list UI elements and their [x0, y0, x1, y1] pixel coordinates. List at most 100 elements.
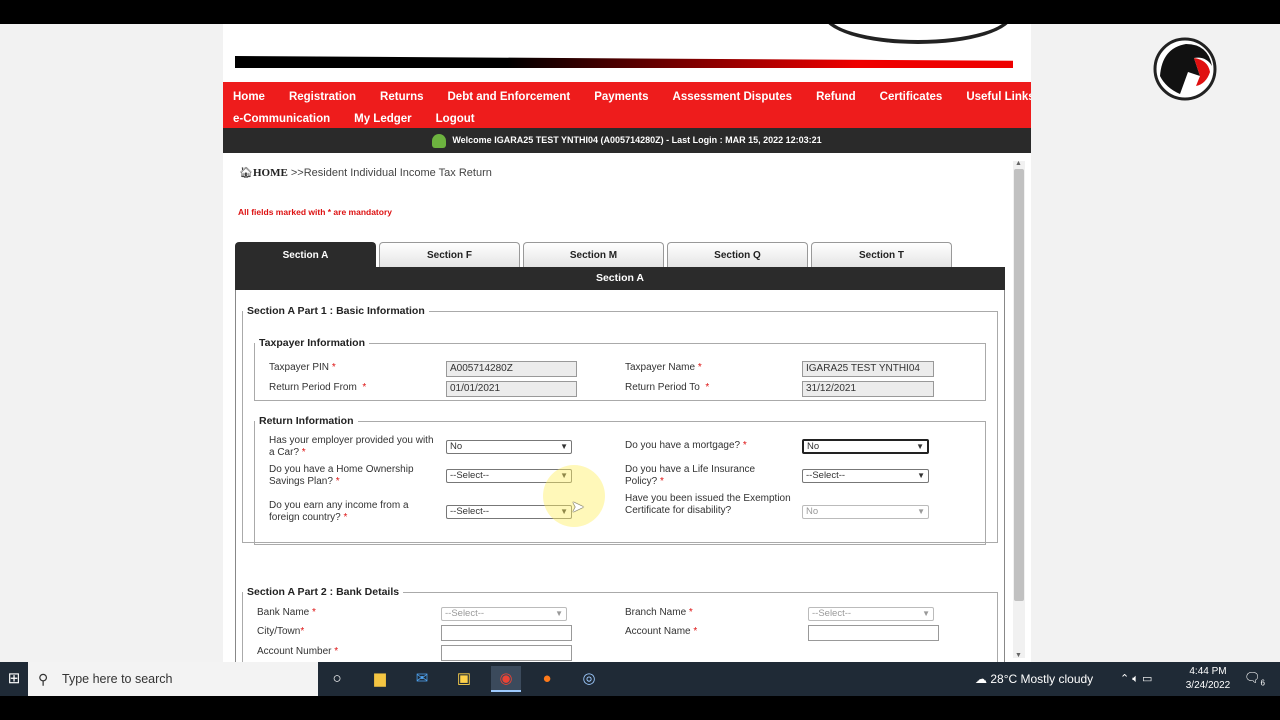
chevron-down-icon: ▼	[922, 609, 930, 618]
battery-icon[interactable]: ▭	[1142, 673, 1152, 685]
life-insurance-label-text: Do you have a Life Insurance Policy?	[625, 464, 756, 487]
nav-my-ledger[interactable]: My Ledger	[354, 113, 412, 125]
firefox-icon[interactable]: ●	[532, 666, 562, 692]
chevron-down-icon: ▼	[560, 442, 568, 451]
nav-registration[interactable]: Registration	[289, 91, 356, 103]
required-mark: *	[693, 626, 698, 637]
clock-date: 3/24/2022	[1185, 680, 1231, 691]
nav-certificates[interactable]: Certificates	[880, 91, 943, 103]
required-mark: *	[300, 626, 305, 637]
kra-logo-bar	[235, 56, 1013, 68]
chevron-down-icon: ▼	[917, 471, 925, 480]
breadcrumb: 🏠︎HOME >>Resident Individual Income Tax …	[239, 166, 492, 179]
taxpayer-pin-field[interactable]: A005714280Z	[446, 361, 577, 377]
weather-text: 28°C Mostly cloudy	[990, 672, 1094, 686]
city-town-field[interactable]	[441, 625, 572, 641]
branch-name-label: Branch Name *	[625, 607, 693, 619]
branch-name-select[interactable]: --Select-- ▼	[808, 607, 934, 621]
taskbar-clock[interactable]: 4:44 PM 3/24/2022	[1178, 665, 1238, 693]
section-tabs: Section A Section F Section M Section Q Sect…	[235, 242, 955, 267]
system-tray[interactable]: ⌃ 🔈︎ ▭	[1120, 662, 1152, 696]
return-period-to-field[interactable]: 31/12/2021	[802, 381, 934, 397]
chevron-down-icon: ▼	[917, 507, 925, 516]
taskbar-search-placeholder: Type here to search	[62, 672, 173, 686]
nav-debt-and-enforcement[interactable]: Debt and Enforcement	[448, 91, 571, 103]
nav-logout[interactable]: Logout	[436, 113, 475, 125]
branch-name-label-text: Branch Name	[625, 607, 687, 618]
page-scrollbar[interactable]: ▲ ▼	[1013, 160, 1025, 659]
return-info-fieldset: Return Information Has your employer pro…	[254, 415, 986, 545]
exemption-certificate-value: No	[806, 506, 819, 517]
notification-count: 6	[1260, 678, 1265, 688]
nav-e-communication[interactable]: e-Communication	[233, 113, 330, 125]
required-mark: *	[331, 362, 336, 373]
breadcrumb-current: >>Resident Individual Income Tax Return	[290, 167, 492, 179]
branch-name-value: --Select--	[812, 608, 852, 619]
section-a-panel: Section A Part 1 : Basic Information Tax…	[235, 290, 1005, 662]
account-number-field[interactable]	[441, 645, 572, 661]
exemption-certificate-label: Have you been issued the Exemption Certi…	[625, 493, 797, 517]
tab-section-f[interactable]: Section F	[379, 242, 520, 267]
mail-icon[interactable]: ✉	[407, 666, 437, 692]
nav-payments[interactable]: Payments	[594, 91, 648, 103]
clock-time: 4:44 PM	[1189, 666, 1227, 677]
scroll-down-icon[interactable]: ▼	[1015, 652, 1022, 659]
required-mark: *	[362, 382, 367, 393]
life-insurance-select[interactable]: --Select-- ▼	[802, 469, 929, 483]
mortgage-select[interactable]: No ▼	[802, 439, 929, 454]
account-name-field[interactable]	[808, 625, 939, 641]
account-number-label: Account Number *	[257, 646, 338, 658]
required-mark: *	[688, 607, 693, 618]
nav-returns[interactable]: Returns	[380, 91, 423, 103]
breadcrumb-home-link[interactable]: HOME	[253, 167, 288, 179]
part1-legend: Section A Part 1 : Basic Information	[247, 305, 425, 317]
nav-refund[interactable]: Refund	[816, 91, 856, 103]
notification-icon[interactable]: 🗨︎6	[1244, 670, 1265, 688]
file-explorer-icon[interactable]: ▆	[365, 666, 395, 692]
nav-assessment-disputes[interactable]: Assessment Disputes	[673, 91, 793, 103]
kra-logo-curve	[823, 24, 1013, 44]
store-icon[interactable]: ▣	[449, 666, 479, 692]
main-nav: Home Registration Returns Debt and Enforcem…	[223, 82, 1031, 128]
volume-icon[interactable]: 🔈︎	[1132, 673, 1139, 685]
tab-section-m[interactable]: Section M	[523, 242, 664, 267]
required-mark: *	[312, 607, 316, 618]
task-view-icon[interactable]: ○	[322, 666, 352, 692]
chevron-up-icon[interactable]: ⌃	[1120, 673, 1129, 685]
employer-car-label: Has your employer provided you with a Ca…	[269, 435, 434, 459]
return-period-from-field[interactable]: 01/01/2021	[446, 381, 577, 397]
header-banner	[223, 24, 1031, 82]
account-name-label: Account Name *	[625, 626, 697, 638]
account-number-label-text: Account Number	[257, 646, 332, 657]
nav-useful-links[interactable]: Useful Links	[966, 91, 1031, 103]
nav-home[interactable]: Home	[233, 91, 265, 103]
scrollbar-thumb[interactable]	[1014, 169, 1024, 601]
home-icon: 🏠︎	[239, 167, 253, 179]
taxpayer-name-field[interactable]: IGARA25 TEST YNTHI04	[802, 361, 934, 377]
mortgage-value: No	[807, 441, 820, 452]
taxpayer-pin-label: Taxpayer PIN *	[269, 362, 336, 374]
windows-start-icon[interactable]: ⊞	[0, 662, 28, 696]
bank-name-select[interactable]: --Select-- ▼	[441, 607, 567, 621]
bank-name-label-text: Bank Name	[257, 607, 310, 618]
nav-row-1: Home Registration Returns Debt and Enforcem…	[233, 86, 1031, 108]
employer-car-select[interactable]: No ▼	[446, 440, 572, 454]
tab-section-t[interactable]: Section T	[811, 242, 952, 267]
required-mark: *	[705, 382, 710, 393]
home-ownership-value: --Select--	[450, 470, 490, 481]
chrome-icon[interactable]: ◉	[491, 666, 521, 692]
exemption-certificate-select[interactable]: No ▼	[802, 505, 929, 519]
tab-section-a[interactable]: Section A	[235, 242, 376, 267]
required-mark: *	[343, 512, 348, 523]
return-period-to-label: Return Period To *	[625, 382, 709, 394]
screen-recorder-icon[interactable]: ◎	[574, 666, 604, 692]
taxpayer-info-legend: Taxpayer Information	[259, 337, 365, 349]
welcome-bar: Welcome IGARA25 TEST YNTHI04 (A005714280…	[223, 128, 1031, 153]
tab-section-q[interactable]: Section Q	[667, 242, 808, 267]
home-ownership-label-text: Do you have a Home Ownership Savings Pla…	[269, 464, 414, 487]
life-insurance-label: Do you have a Life Insurance Policy? *	[625, 464, 785, 488]
taskbar-search-box[interactable]: ⚲ Type here to search	[28, 662, 318, 696]
scroll-up-icon[interactable]: ▲	[1015, 160, 1022, 167]
weather-widget[interactable]: ☁ 28°C Mostly cloudy	[975, 662, 1093, 696]
exemption-certificate-label-text: Have you been issued the Exemption Certi…	[625, 493, 791, 516]
